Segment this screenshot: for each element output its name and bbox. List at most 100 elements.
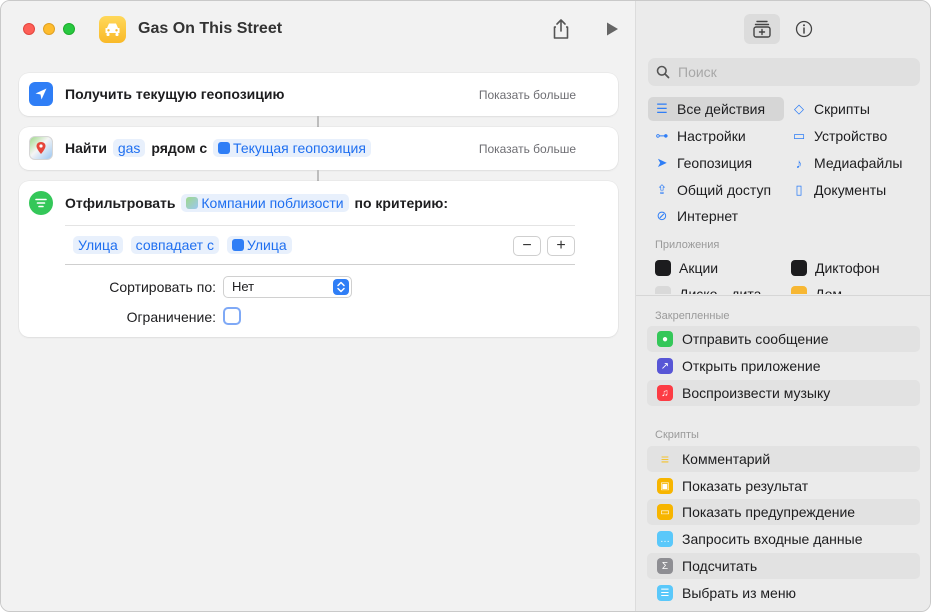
sigma-icon: Σ bbox=[657, 558, 673, 574]
category-device[interactable]: ▭ Устройство bbox=[791, 124, 887, 148]
criteria-label: по критерию: bbox=[354, 195, 449, 211]
close-window-button[interactable] bbox=[23, 23, 35, 35]
workflow-editor: Gas On This Street Получить текущую геоп… bbox=[1, 1, 635, 611]
filter-value-token[interactable]: Улица bbox=[226, 236, 292, 254]
library-search-input[interactable]: Поиск bbox=[648, 58, 920, 86]
nearby-businesses-token[interactable]: Компании поблизости bbox=[181, 194, 349, 212]
filter-condition-row: Улица совпадает с Улица − + bbox=[65, 225, 575, 265]
details-tab[interactable] bbox=[786, 14, 822, 44]
row-label: Воспроизвести музыку bbox=[682, 385, 831, 401]
action-label: Получить текущую геопозицию bbox=[65, 86, 285, 102]
app-home[interactable]: Дом bbox=[791, 282, 842, 294]
script-show-alert[interactable]: ▭ Показать предупреждение bbox=[647, 499, 920, 525]
action-get-current-location[interactable]: Получить текущую геопозицию Показать бол… bbox=[19, 73, 618, 116]
action-connector bbox=[317, 170, 319, 181]
category-web[interactable]: ⊘ Интернет bbox=[654, 204, 739, 228]
app-voice-memos[interactable]: Диктофон bbox=[791, 256, 880, 280]
sort-by-select[interactable]: Нет bbox=[223, 276, 352, 298]
list-icon: ☰ bbox=[656, 101, 668, 116]
show-more-link[interactable]: Показать больше bbox=[479, 88, 576, 102]
category-label: Документы bbox=[814, 182, 887, 198]
maps-app-icon bbox=[186, 197, 199, 209]
category-label: Настройки bbox=[677, 128, 746, 144]
category-documents[interactable]: ▯ Документы bbox=[791, 178, 886, 202]
row-label: Показать предупреждение bbox=[682, 504, 856, 520]
info-icon bbox=[795, 20, 813, 38]
row-label: Открыть приложение bbox=[682, 358, 821, 374]
filter-field-token[interactable]: Улица bbox=[73, 236, 123, 254]
action-library: Поиск ☰ Все действия ⊶ Настройки ➤ Геопозиц… bbox=[635, 1, 930, 611]
pinned-play-music[interactable]: ♫ Воспроизвести музыку bbox=[647, 380, 920, 406]
row-label: Показать результат bbox=[682, 478, 809, 494]
share-icon[interactable] bbox=[550, 18, 572, 40]
app-disk-utility[interactable]: Диско…дита bbox=[655, 282, 761, 294]
app-stocks[interactable]: Акции bbox=[655, 256, 718, 280]
message-bubble-icon: ● bbox=[657, 331, 673, 347]
current-location-token[interactable]: Текущая геопозиция bbox=[213, 139, 371, 157]
script-show-result[interactable]: ▣ Показать результат bbox=[647, 473, 920, 499]
remove-condition-button[interactable]: − bbox=[513, 236, 541, 256]
open-app-icon: ↗ bbox=[657, 358, 673, 374]
category-label: Устройство bbox=[814, 128, 888, 144]
filter-label: Отфильтровать bbox=[65, 195, 176, 211]
pinned-open-app[interactable]: ↗ Открыть приложение bbox=[647, 353, 920, 379]
shortcut-title[interactable]: Gas On This Street bbox=[138, 20, 282, 38]
script-choose-from-menu[interactable]: ☰ Выбрать из меню bbox=[647, 580, 920, 606]
category-label: Геопозиция bbox=[677, 155, 753, 171]
share-icon: ⇪ bbox=[656, 182, 668, 197]
category-media[interactable]: ♪ Медиафайлы bbox=[791, 151, 903, 175]
shortcut-icon[interactable] bbox=[99, 16, 126, 43]
search-term-token[interactable]: gas bbox=[112, 139, 146, 157]
location-arrow-icon bbox=[231, 239, 244, 251]
row-label: Подсчитать bbox=[682, 558, 758, 574]
music-note-icon: ♫ bbox=[657, 385, 673, 401]
limit-checkbox[interactable] bbox=[223, 307, 241, 325]
filter-operator-token[interactable]: совпадает с bbox=[130, 236, 219, 254]
action-find-nearby[interactable]: Найти gas рядом с Текущая геопозиция Пок… bbox=[19, 127, 618, 170]
select-stepper-icon bbox=[333, 279, 349, 295]
nearby-businesses-token-label: Компании поблизости bbox=[201, 195, 344, 211]
show-more-link[interactable]: Показать больше bbox=[479, 142, 576, 156]
apps-list: Акции Диско…дита Диктофон Дом bbox=[636, 254, 930, 294]
category-label: Медиафайлы bbox=[814, 155, 903, 171]
filter-condition: Улица совпадает с Улица bbox=[71, 236, 294, 254]
library-tab[interactable] bbox=[744, 14, 780, 44]
filter-list-icon bbox=[29, 191, 53, 215]
app-label: Акции bbox=[679, 260, 719, 276]
category-label: Общий доступ bbox=[677, 182, 772, 198]
sort-by-label: Сортировать по: bbox=[109, 279, 216, 295]
near-label: рядом с bbox=[151, 140, 208, 156]
maps-app-icon bbox=[29, 136, 53, 160]
pinned-section-label: Закрепленные bbox=[655, 310, 730, 322]
script-count[interactable]: Σ Подсчитать bbox=[647, 553, 920, 579]
pinned-send-message[interactable]: ● Отправить сообщение bbox=[647, 326, 920, 352]
apps-section-label: Приложения bbox=[655, 239, 720, 251]
category-all-actions[interactable]: ☰ Все действия bbox=[648, 97, 784, 121]
action-connector bbox=[317, 116, 319, 127]
category-scripting[interactable]: ◇ Скрипты bbox=[791, 97, 870, 121]
category-settings[interactable]: ⊶ Настройки bbox=[654, 124, 746, 148]
voice-memos-app-icon bbox=[791, 260, 807, 276]
input-bubble-icon: … bbox=[657, 531, 673, 547]
find-label: Найти bbox=[65, 140, 107, 156]
minimize-window-button[interactable] bbox=[43, 23, 55, 35]
search-icon bbox=[656, 65, 670, 79]
filter-value-token-label: Улица bbox=[246, 237, 287, 253]
add-condition-button[interactable]: + bbox=[547, 236, 575, 256]
action-filter-businesses[interactable]: Отфильтровать Компании поблизости по кри… bbox=[19, 181, 618, 337]
category-location[interactable]: ➤ Геопозиция bbox=[654, 151, 753, 175]
location-arrow-icon: ➤ bbox=[656, 155, 668, 170]
script-comment[interactable]: ≡ Комментарий bbox=[647, 446, 920, 472]
script-ask-for-input[interactable]: … Запросить входные данные bbox=[647, 526, 920, 552]
play-icon[interactable] bbox=[604, 21, 620, 37]
zoom-window-button[interactable] bbox=[63, 23, 75, 35]
current-location-token-label: Текущая геопозиция bbox=[233, 140, 366, 156]
category-label: Скрипты bbox=[814, 101, 870, 117]
row-label: Отправить сообщение bbox=[682, 331, 829, 347]
limit-label: Ограничение: bbox=[126, 309, 216, 325]
disk-utility-app-icon bbox=[655, 286, 671, 294]
add-action-library-icon bbox=[753, 20, 771, 38]
app-label: Диктофон bbox=[815, 260, 880, 276]
action-label: Найти gas рядом с Текущая геопозиция bbox=[65, 139, 373, 157]
category-sharing[interactable]: ⇪ Общий доступ bbox=[654, 178, 772, 202]
